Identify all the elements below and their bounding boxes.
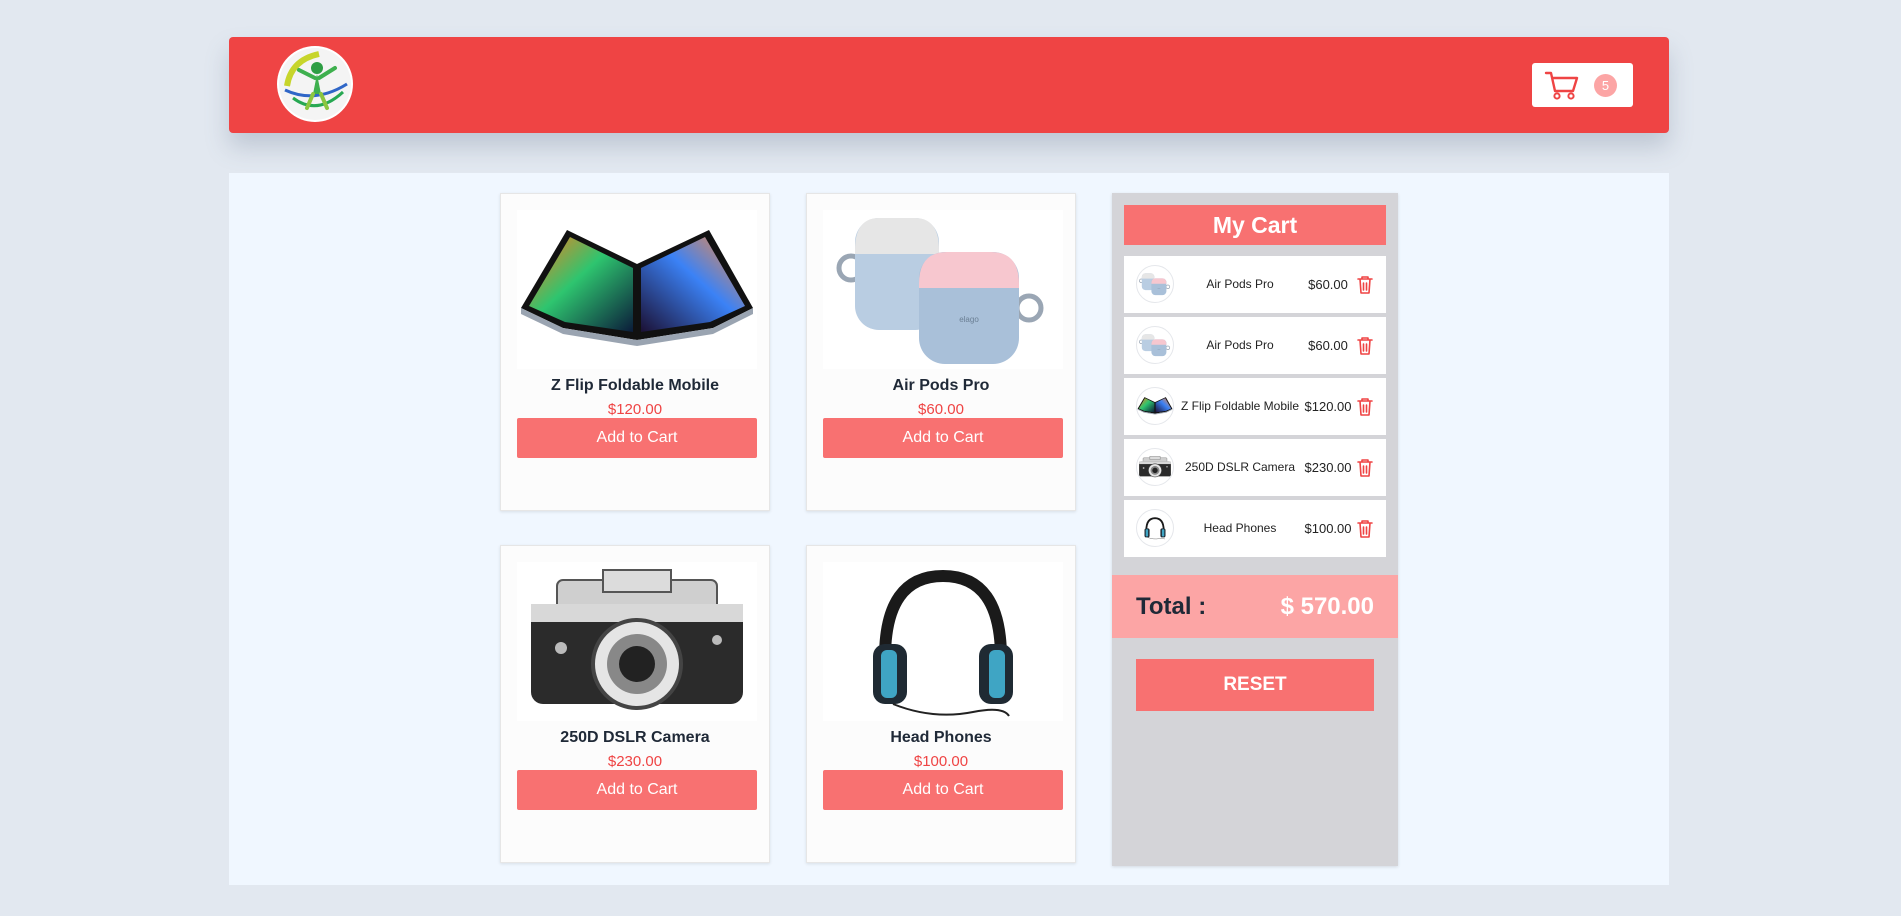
product-name: Air Pods Pro bbox=[892, 377, 990, 394]
total-value: $ 570.00 bbox=[1280, 593, 1374, 620]
cart-item-price: $100.00 bbox=[1304, 521, 1352, 536]
cart-item-thumb bbox=[1136, 509, 1174, 547]
cart-title: My Cart bbox=[1124, 205, 1386, 245]
cart-item-thumb bbox=[1136, 448, 1174, 486]
cart-item-price: $230.00 bbox=[1304, 460, 1352, 475]
product-image bbox=[823, 562, 1063, 721]
foldable-phone-image-icon bbox=[517, 210, 757, 369]
cart-item: Air Pods Pro $60.00 bbox=[1124, 317, 1386, 374]
reset-button[interactable]: RESET bbox=[1136, 659, 1374, 711]
trash-icon[interactable] bbox=[1356, 397, 1374, 417]
cart-total: Total : $ 570.00 bbox=[1112, 575, 1398, 638]
product-name: Z Flip Foldable Mobile bbox=[551, 377, 719, 394]
product-image bbox=[823, 210, 1063, 369]
product-card: Z Flip Foldable Mobile $120.00 Add to Ca… bbox=[500, 193, 770, 511]
product-image bbox=[517, 210, 757, 369]
add-to-cart-button[interactable]: Add to Cart bbox=[823, 770, 1063, 810]
top-navbar: 5 bbox=[229, 37, 1669, 133]
product-card: Head Phones $100.00 Add to Cart bbox=[806, 545, 1076, 863]
shopping-cart-icon bbox=[1544, 71, 1579, 100]
camera-thumb-icon bbox=[1137, 449, 1173, 485]
cart-item: Air Pods Pro $60.00 bbox=[1124, 256, 1386, 313]
trash-icon[interactable] bbox=[1356, 275, 1374, 295]
trash-icon[interactable] bbox=[1356, 519, 1374, 539]
product-price: $100.00 bbox=[913, 753, 969, 770]
cart-item-thumb bbox=[1136, 265, 1174, 303]
cart-item-price: $120.00 bbox=[1304, 399, 1352, 414]
main-content: Z Flip Foldable Mobile $120.00 Add to Ca… bbox=[229, 173, 1669, 885]
cart-item-name: Air Pods Pro bbox=[1206, 338, 1274, 352]
logo[interactable] bbox=[277, 46, 353, 122]
product-price: $230.00 bbox=[607, 753, 663, 770]
product-card: 250D DSLR Camera $230.00 Add to Cart bbox=[500, 545, 770, 863]
cart-item-price: $60.00 bbox=[1308, 338, 1348, 353]
leaf-person-logo-icon bbox=[279, 48, 351, 120]
trash-icon[interactable] bbox=[1356, 458, 1374, 478]
airpods-image-icon bbox=[823, 210, 1063, 369]
headphones-image-icon bbox=[823, 562, 1063, 721]
airpods-thumb-icon bbox=[1137, 327, 1173, 363]
cart-item-name: Head Phones bbox=[1203, 521, 1277, 535]
product-name: 250D DSLR Camera bbox=[560, 729, 710, 746]
cart-item-name: Air Pods Pro bbox=[1206, 277, 1274, 291]
cart-item-name: Z Flip Foldable Mobile bbox=[1180, 399, 1300, 413]
product-image bbox=[517, 562, 757, 721]
cart-panel: My Cart Air Pods Pro $60.00 Air Pods Pro… bbox=[1112, 193, 1398, 866]
cart-item-price: $60.00 bbox=[1308, 277, 1348, 292]
trash-icon[interactable] bbox=[1356, 336, 1374, 356]
add-to-cart-button[interactable]: Add to Cart bbox=[517, 770, 757, 810]
cart-button[interactable]: 5 bbox=[1532, 63, 1633, 107]
cart-count-badge: 5 bbox=[1594, 74, 1617, 97]
headphones-thumb-icon bbox=[1137, 510, 1173, 546]
cart-item: Head Phones $100.00 bbox=[1124, 500, 1386, 557]
product-price: $60.00 bbox=[918, 401, 964, 418]
cart-item: 250D DSLR Camera $230.00 bbox=[1124, 439, 1386, 496]
foldable-phone-thumb-icon bbox=[1137, 388, 1173, 424]
cart-item-thumb bbox=[1136, 387, 1174, 425]
product-name: Head Phones bbox=[890, 729, 992, 746]
add-to-cart-button[interactable]: Add to Cart bbox=[823, 418, 1063, 458]
cart-item-thumb bbox=[1136, 326, 1174, 364]
product-card: Air Pods Pro $60.00 Add to Cart bbox=[806, 193, 1076, 511]
airpods-thumb-icon bbox=[1137, 266, 1173, 302]
add-to-cart-button[interactable]: Add to Cart bbox=[517, 418, 757, 458]
product-price: $120.00 bbox=[607, 401, 663, 418]
camera-image-icon bbox=[517, 562, 757, 721]
cart-item-name: 250D DSLR Camera bbox=[1184, 460, 1296, 474]
total-label: Total : bbox=[1136, 593, 1207, 620]
cart-item: Z Flip Foldable Mobile $120.00 bbox=[1124, 378, 1386, 435]
